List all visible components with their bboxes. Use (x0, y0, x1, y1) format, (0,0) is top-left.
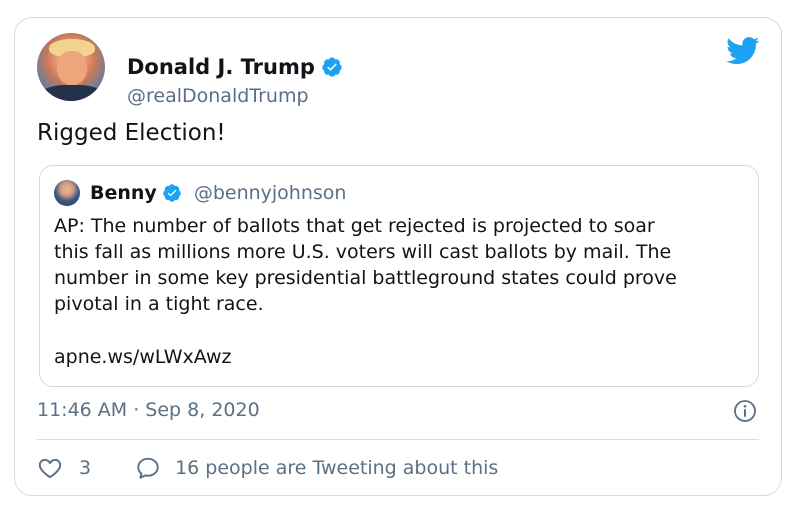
twitter-bird-icon[interactable] (726, 37, 760, 65)
divider (37, 439, 759, 440)
quoted-author-name[interactable]: Benny (90, 181, 157, 205)
conversation-label: 16 people are Tweeting about this (175, 457, 499, 479)
verified-badge-icon (163, 184, 181, 202)
author-display-name[interactable]: Donald J. Trump (127, 55, 315, 79)
info-icon[interactable] (733, 399, 757, 423)
quoted-author-row[interactable]: Benny @bennyjohnson (90, 181, 346, 205)
tweet-text: Rigged Election! (37, 120, 226, 146)
author-handle[interactable]: @realDonaldTrump (127, 84, 309, 108)
like-button[interactable]: 3 (37, 455, 91, 481)
like-count: 3 (79, 457, 92, 479)
speech-bubble-icon (137, 457, 159, 479)
quoted-tweet-text: AP: The number of ballots that get rejec… (54, 215, 677, 315)
tweet-actions: 3 16 people are Tweeting about this (37, 455, 498, 481)
author-name-row[interactable]: Donald J. Trump (127, 55, 343, 79)
quoted-author-handle[interactable]: @bennyjohnson (194, 181, 347, 205)
tweet-card[interactable]: Donald J. Trump @realDonaldTrump Rigged … (14, 17, 782, 496)
quoted-tweet-link[interactable]: apne.ws/wLWxAwz (54, 344, 231, 370)
tweet-timestamp[interactable]: 11:46 AM · Sep 8, 2020 (37, 398, 260, 422)
conversation-button[interactable]: 16 people are Tweeting about this (135, 455, 498, 481)
verified-badge-icon (322, 57, 342, 77)
author-avatar[interactable] (37, 33, 105, 101)
quoted-tweet[interactable]: Benny @bennyjohnson AP: The number of ba… (39, 165, 759, 387)
quoted-author-avatar[interactable] (54, 180, 80, 206)
heart-icon (38, 458, 62, 479)
